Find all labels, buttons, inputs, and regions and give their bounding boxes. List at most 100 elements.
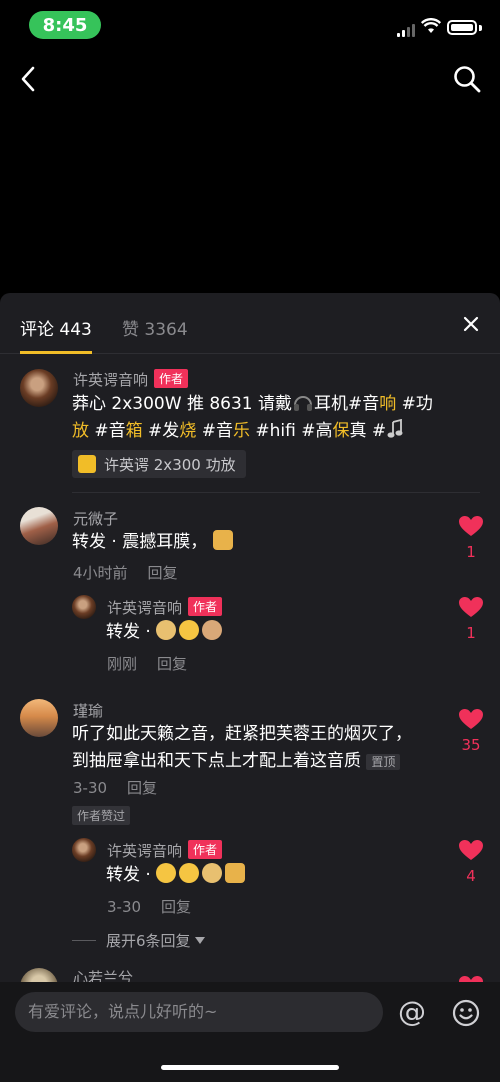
reply-text-content: 转发 · (106, 865, 157, 885)
caret-down-icon (195, 937, 206, 944)
comment-text: 转发 · 震撼耳膜， (72, 529, 236, 556)
post-text-highlight: 箱 (125, 421, 143, 441)
divider (72, 492, 480, 493)
headphones-icon (294, 396, 313, 411)
like-count: 35 (461, 736, 481, 754)
battery-cap (479, 25, 482, 31)
avatar[interactable] (72, 838, 96, 862)
emoji-icon[interactable] (452, 999, 480, 1027)
product-link[interactable]: 许英谔 2x300 功放 (72, 450, 246, 478)
comment-meta: 4小时前 回复 (73, 562, 198, 583)
heart-icon (459, 709, 483, 729)
close-icon[interactable] (462, 315, 480, 333)
reply-button[interactable]: 回复 (161, 898, 191, 916)
like-button[interactable]: 1 (456, 596, 486, 642)
reply-text-content: 转发 · (106, 622, 157, 642)
reply-time: 3-30 (107, 898, 142, 916)
post-text-segment: # (366, 421, 387, 441)
post-text-segment: #发 (142, 421, 180, 441)
product-name: 许英谔 2x300 功放 (104, 455, 236, 474)
post-text-highlight: 烧 (179, 421, 197, 441)
music-note-icon (387, 418, 403, 438)
comment-input[interactable]: 有爱评论，说点儿好听的~ (15, 992, 383, 1032)
expand-replies-label: 展开6条回复 (106, 932, 191, 950)
thumbs-up-icon (212, 530, 233, 550)
avatar[interactable] (20, 507, 58, 545)
tab-underline (20, 351, 92, 354)
comment-meta: 3-30 回复 (73, 777, 177, 798)
post-text-segment: 耳机#音 (314, 394, 380, 414)
tab-likes[interactable]: 赞 3364 (122, 315, 188, 340)
post-text-highlight: 保 (332, 421, 350, 441)
reply-button[interactable]: 回复 (148, 564, 178, 582)
pray-icon (202, 620, 223, 640)
post-author[interactable]: 许英谔音响 作者 (73, 369, 189, 390)
cart-icon (78, 455, 96, 473)
reply-button[interactable]: 回复 (127, 779, 157, 797)
reply-user[interactable]: 许英谔音响 作者 (107, 840, 223, 861)
post-text-highlight: 响 (379, 394, 397, 414)
home-indicator (161, 1065, 339, 1070)
reply-text: 转发 · (106, 862, 248, 889)
reply-user-name: 许英谔音响 (107, 842, 183, 860)
post-text-segment: #hifi #高 (249, 421, 333, 441)
reply-user[interactable]: 许英谔音响 作者 (107, 597, 223, 618)
comment-text: 听了如此天籁之音，赶紧把芙蓉王的烟灭了， 到抽屉拿出和天下点上才配上着这音质 置顶 (72, 721, 442, 776)
mention-button[interactable]: @ (398, 998, 426, 1026)
post-text-highlight: 放 (72, 421, 89, 441)
expand-replies-button[interactable]: 展开6条回复 (72, 930, 206, 951)
comment-text-line: 到抽屉拿出和天下点上才配上着这音质 (72, 751, 361, 771)
reply-time: 刚刚 (107, 655, 138, 673)
heart-icon (459, 516, 483, 536)
comment-user[interactable]: 瑾瑜 (73, 700, 103, 721)
post-text: 莽心 2x300W 推 8631 请戴 耳机#音响 #功放 #音箱 #发烧 #音乐… (72, 391, 442, 445)
avatar[interactable] (20, 699, 58, 737)
post-text-highlight: 乐 (232, 421, 250, 441)
comment-tabs: 评论 443 赞 3364 (0, 293, 500, 354)
post-text-segment: #音 (89, 421, 126, 441)
author-liked-badge: 作者赞过 (72, 806, 131, 825)
comment-time: 3-30 (73, 779, 108, 797)
laughing-face-icon (179, 863, 200, 883)
author-tag: 作者 (188, 597, 223, 616)
status-bar: 8:45 (0, 0, 500, 50)
battery-icon (447, 20, 477, 35)
back-icon[interactable] (18, 64, 38, 94)
like-button[interactable]: 4 (456, 839, 486, 885)
reply-meta: 3-30 回复 (107, 896, 211, 917)
signal-icon (397, 24, 415, 37)
grin-face-icon (156, 863, 177, 883)
thumbs-up-icon (225, 863, 246, 883)
clap-icon (202, 863, 223, 883)
reply-user-name: 许英谔音响 (107, 599, 183, 617)
avatar[interactable] (72, 595, 96, 619)
like-button[interactable]: 35 (456, 708, 486, 754)
comment-sheet: 评论 443 赞 3364 许英谔音响 作者 莽心 2x300W 推 8631 请… (0, 293, 500, 1082)
pinned-badge: 置顶 (366, 754, 401, 770)
avatar[interactable] (20, 369, 58, 407)
post-text-segment: #功 (396, 394, 433, 414)
comment-time: 4小时前 (73, 564, 128, 582)
comment-text-content: 转发 · 震撼耳膜， (72, 532, 208, 552)
reply-meta: 刚刚 回复 (107, 653, 207, 674)
shocked-face-icon (179, 620, 200, 640)
heart-icon (459, 597, 483, 617)
clap-icon (156, 620, 177, 640)
comment-user[interactable]: 元微子 (73, 508, 118, 529)
like-button[interactable]: 1 (456, 515, 486, 561)
like-count: 4 (466, 867, 476, 885)
post-text-segment: 莽心 2x300W 推 8631 请戴 (72, 394, 293, 414)
like-count: 1 (466, 624, 476, 642)
heart-icon (459, 840, 483, 860)
reply-button[interactable]: 回复 (157, 655, 187, 673)
comment-text-line: 听了如此天籁之音，赶紧把芙蓉王的烟灭了， (72, 724, 412, 744)
post-text-segment: #音 (196, 421, 233, 441)
search-icon[interactable] (452, 64, 482, 94)
post-author-name: 许英谔音响 (73, 371, 149, 389)
reply-text: 转发 · (106, 619, 225, 646)
tab-comments[interactable]: 评论 443 (20, 315, 92, 340)
status-time: 8:45 (29, 11, 101, 39)
author-tag: 作者 (154, 369, 189, 388)
like-count: 1 (466, 543, 476, 561)
wifi-icon (421, 18, 441, 33)
